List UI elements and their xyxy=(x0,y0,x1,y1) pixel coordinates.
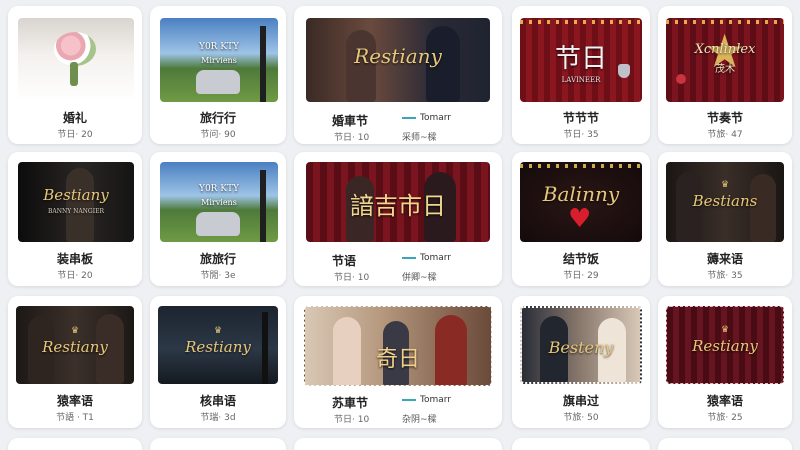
card-subtitle: 节日· 29 xyxy=(563,271,599,281)
card-thumbnail: Balinny ♥ xyxy=(520,162,642,242)
card-title: 节奏节 xyxy=(706,111,743,125)
card-title: 节语 xyxy=(332,254,357,268)
thumbnail-overlay-text: 諳吉市日 xyxy=(350,192,446,220)
card-subtitle: 节日· 10 xyxy=(334,273,370,283)
card-tag: Tomarr xyxy=(402,253,451,263)
template-card-travel[interactable]: Y0R KTY Mirviens 旅行行 节问· 90 xyxy=(150,6,286,144)
template-card-partial[interactable] xyxy=(8,438,142,450)
card-title: 婚礼 xyxy=(62,111,87,125)
card-title: 苏車节 xyxy=(332,396,369,410)
person-silhouette xyxy=(66,168,94,242)
card-title: 猿率语 xyxy=(706,394,743,408)
template-card-partial[interactable] xyxy=(512,438,650,450)
card-title: 薅来语 xyxy=(706,252,743,266)
card-title: 核串语 xyxy=(199,394,236,408)
crown-icon: ♛ xyxy=(213,326,223,336)
template-card-dinner[interactable]: 諳吉市日 节语 节日· 10 Tomarr 併卿~樑 xyxy=(294,152,502,286)
lantern-icon xyxy=(618,64,630,78)
template-card-dark-couple-2[interactable]: ♛ Restiany 猿率语 节語 · T1 xyxy=(8,296,142,428)
template-card-lamp[interactable]: ♛ Restiany 核串语 节瑞· 3d xyxy=(150,296,286,428)
card-title: 猿率语 xyxy=(56,394,93,408)
card-thumbnail: Restiany xyxy=(306,18,490,102)
template-card-partial[interactable] xyxy=(294,438,502,450)
template-card-travel-2[interactable]: Y0R KTY Mirviens 旅旅行 节閒· 3e xyxy=(150,152,286,286)
card-thumbnail: Y0R KTY Mirviens xyxy=(160,162,278,242)
card-subtitle: 节旅· 35 xyxy=(707,271,743,281)
template-card-wedding[interactable]: 婚礼 节日· 20 xyxy=(8,6,142,144)
card-title: 旅行行 xyxy=(199,111,236,125)
card-tag: Tomarr xyxy=(402,113,451,123)
card-tag-secondary: 采师~樑 xyxy=(402,133,437,143)
card-subtitle: 节閒· 3e xyxy=(200,271,236,281)
string-lights xyxy=(520,20,642,24)
template-card-couple[interactable]: Restiany 婚車节 节日· 10 Tomarr 采师~樑 xyxy=(294,6,502,144)
template-card-dark-red[interactable]: ♛ Restiany 猿率语 节旅· 25 xyxy=(658,296,792,428)
thumbnail-overlay-text: Bestians xyxy=(692,192,758,210)
card-title: 装串板 xyxy=(56,252,93,266)
thumbnail-overlay-subtext: BANNY NANGIER xyxy=(47,208,104,215)
template-card-stamp[interactable]: Besteny 旗串过 节旅· 50 xyxy=(512,296,650,428)
thumbnail-overlay-text: 奇日 xyxy=(375,347,420,372)
card-subtitle: 节问· 90 xyxy=(200,130,236,140)
thumbnail-overlay-text: Xcnlinlex xyxy=(694,42,756,57)
bouquet-image xyxy=(54,32,96,66)
card-tag-secondary: 杂阴~樑 xyxy=(402,415,437,425)
card-subtitle: 节旅· 47 xyxy=(707,130,743,140)
card-thumbnail: Y0R KTY Mirviens xyxy=(160,18,278,102)
card-title: 结节饭 xyxy=(562,252,599,266)
car-image xyxy=(196,70,240,94)
thumbnail-overlay-text: Restiany xyxy=(185,338,251,356)
template-card-dark-couple[interactable]: ♛ Bestians 薅来语 节旅· 35 xyxy=(658,152,792,286)
thumbnail-overlay-text: Restiany xyxy=(354,44,442,68)
template-card-star[interactable]: ★ Xcnlinlex 茂木 节奏节 节旅· 47 xyxy=(658,6,792,144)
crown-icon: ♛ xyxy=(720,325,730,335)
template-card-festival-red[interactable]: 节日 LAVINEER 节节节 节日· 35 xyxy=(512,6,650,144)
card-thumbnail: ♛ Restiany xyxy=(158,306,278,384)
heart-icon: ♥ xyxy=(568,204,592,234)
card-thumbnail: ♛ Restiany xyxy=(16,306,134,384)
card-thumbnail: ♛ Bestians xyxy=(666,162,784,242)
thumbnail-overlay-text: Bestiany xyxy=(43,186,109,204)
crown-icon: ♛ xyxy=(720,180,730,190)
crown-icon: ♛ xyxy=(70,326,80,336)
thumbnail-overlay-text: Besteny xyxy=(548,338,614,357)
card-subtitle: 节旅· 50 xyxy=(563,413,599,423)
card-thumbnail: ♛ Restiany xyxy=(666,306,784,384)
card-thumbnail: 諳吉市日 xyxy=(306,162,490,242)
ornament-icon xyxy=(676,74,686,84)
card-title: 节节节 xyxy=(562,111,599,125)
card-subtitle: 节日· 10 xyxy=(334,133,370,143)
card-subtitle: 节瑞· 3d xyxy=(200,413,236,423)
thumbnail-overlay-text: Restiany xyxy=(692,337,758,355)
template-card-partial[interactable] xyxy=(658,438,792,450)
thumbnail-overlay-subtext: 茂木 xyxy=(715,64,735,75)
card-subtitle: 节旅· 25 xyxy=(707,413,743,423)
card-subtitle: 节日· 20 xyxy=(57,271,93,281)
card-thumbnail: Bestiany BANNY NANGIER xyxy=(18,162,134,242)
card-subtitle: 节日· 20 xyxy=(57,130,93,140)
car-image xyxy=(196,212,240,236)
template-card-partial[interactable] xyxy=(150,438,286,450)
template-card-family[interactable]: 奇日 苏車节 节日· 10 Tomarr 杂阴~樑 xyxy=(294,296,502,428)
card-tag-secondary: 併卿~樑 xyxy=(402,273,437,283)
card-title: 旅旅行 xyxy=(199,252,236,266)
card-subtitle: 节語 · T1 xyxy=(56,413,94,423)
card-thumbnail: 奇日 xyxy=(304,306,492,386)
card-tag: Tomarr xyxy=(402,395,451,405)
card-title: 婚車节 xyxy=(332,114,369,128)
card-subtitle: 节日· 10 xyxy=(334,415,370,425)
string-lights xyxy=(520,164,642,168)
card-thumbnail: Besteny xyxy=(520,306,642,384)
card-thumbnail: 节日 LAVINEER xyxy=(520,18,642,102)
card-thumbnail xyxy=(18,18,134,102)
template-card-dark-banquet[interactable]: Bestiany BANNY NANGIER 装串板 节日· 20 xyxy=(8,152,142,286)
thumbnail-overlay-text: Balinny xyxy=(542,182,620,206)
card-title: 旗串过 xyxy=(562,394,599,408)
card-thumbnail: ★ Xcnlinlex 茂木 xyxy=(666,18,784,102)
card-subtitle: 节日· 35 xyxy=(563,130,599,140)
thumbnail-overlay-text: Restiany xyxy=(42,338,108,356)
lamp-post-icon xyxy=(262,312,268,384)
template-card-heart[interactable]: Balinny ♥ 结节饭 节日· 29 xyxy=(512,152,650,286)
